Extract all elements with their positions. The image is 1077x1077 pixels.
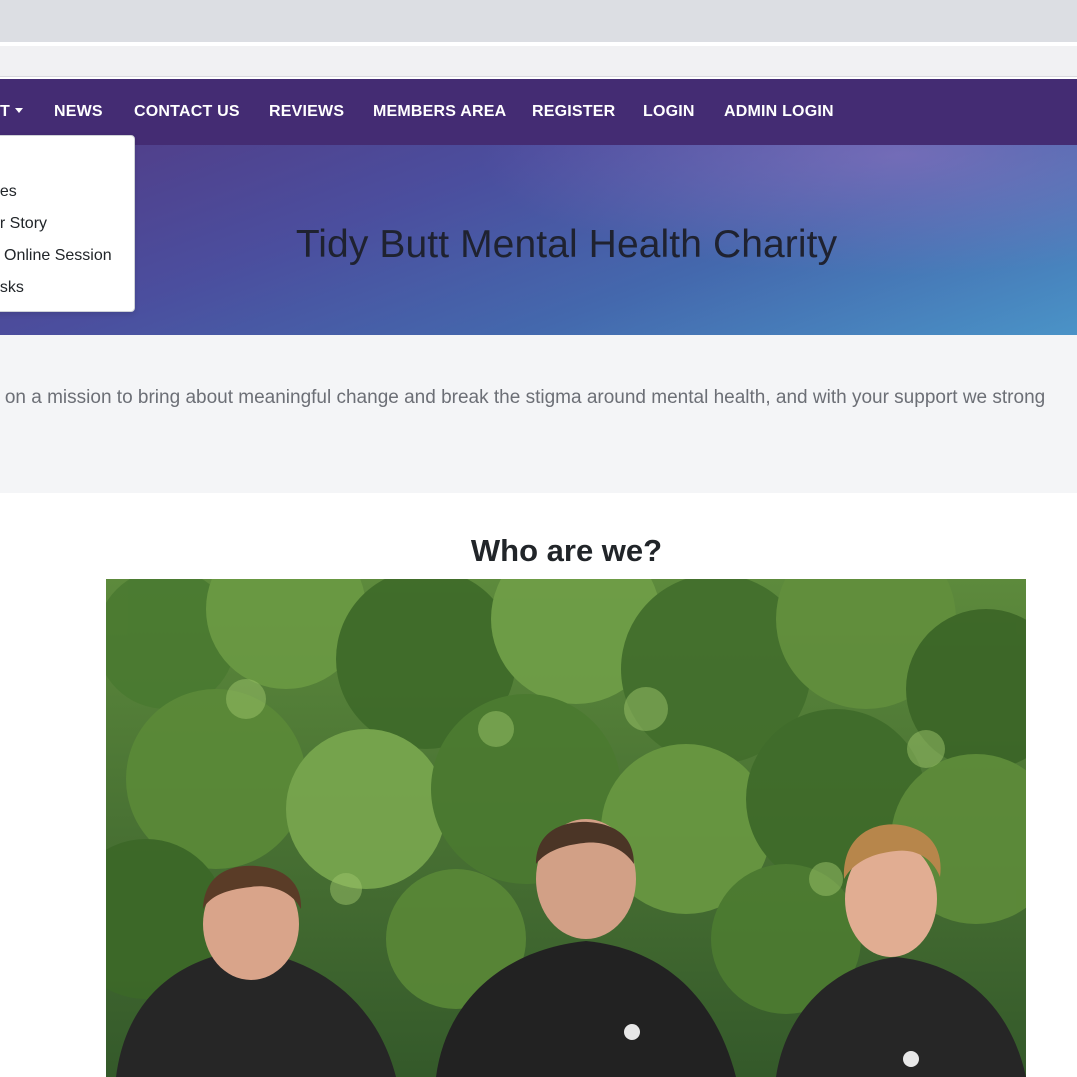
nav-item-reviews[interactable]: REVIEWS bbox=[269, 79, 344, 145]
team-photo bbox=[106, 579, 1026, 1077]
dropdown-item-online-session[interactable]: Online Session bbox=[4, 244, 112, 268]
about-heading: Who are we? bbox=[470, 533, 663, 568]
browser-toolbar bbox=[0, 0, 1077, 42]
caret-down-icon bbox=[14, 108, 23, 113]
nav-item-members-area[interactable]: MEMBERS AREA bbox=[373, 79, 506, 145]
hero-banner: Tidy Butt Mental Health Charity bbox=[0, 145, 1077, 335]
dropdown-item-tasks[interactable]: asks bbox=[0, 276, 24, 300]
nav-item-register[interactable]: REGISTER bbox=[532, 79, 615, 145]
nav-item-contact-us[interactable]: CONTACT US bbox=[134, 79, 240, 145]
nav-item-login[interactable]: LOGIN bbox=[643, 79, 695, 145]
nav-dropdown-label: T bbox=[0, 103, 10, 120]
page-title: Tidy Butt Mental Health Charity bbox=[295, 223, 838, 266]
nav-item-admin-login[interactable]: ADMIN LOGIN bbox=[724, 79, 834, 145]
team-photo-illustration bbox=[106, 579, 1026, 1077]
browser-bookmarks-bar bbox=[0, 46, 1077, 77]
mission-section: e on a mission to bring about meaningful… bbox=[0, 335, 1077, 493]
dropdown-item-stories[interactable]: ries bbox=[0, 180, 17, 204]
dropdown-item-share-your-story[interactable]: ur Story bbox=[0, 212, 47, 236]
mission-statement: e on a mission to bring about meaningful… bbox=[0, 387, 1046, 408]
nav-dropdown-menu: ries ur Story Online Session asks bbox=[0, 135, 135, 312]
main-navbar: T NEWS CONTACT US REVIEWS MEMBERS AREA R… bbox=[0, 79, 1077, 145]
